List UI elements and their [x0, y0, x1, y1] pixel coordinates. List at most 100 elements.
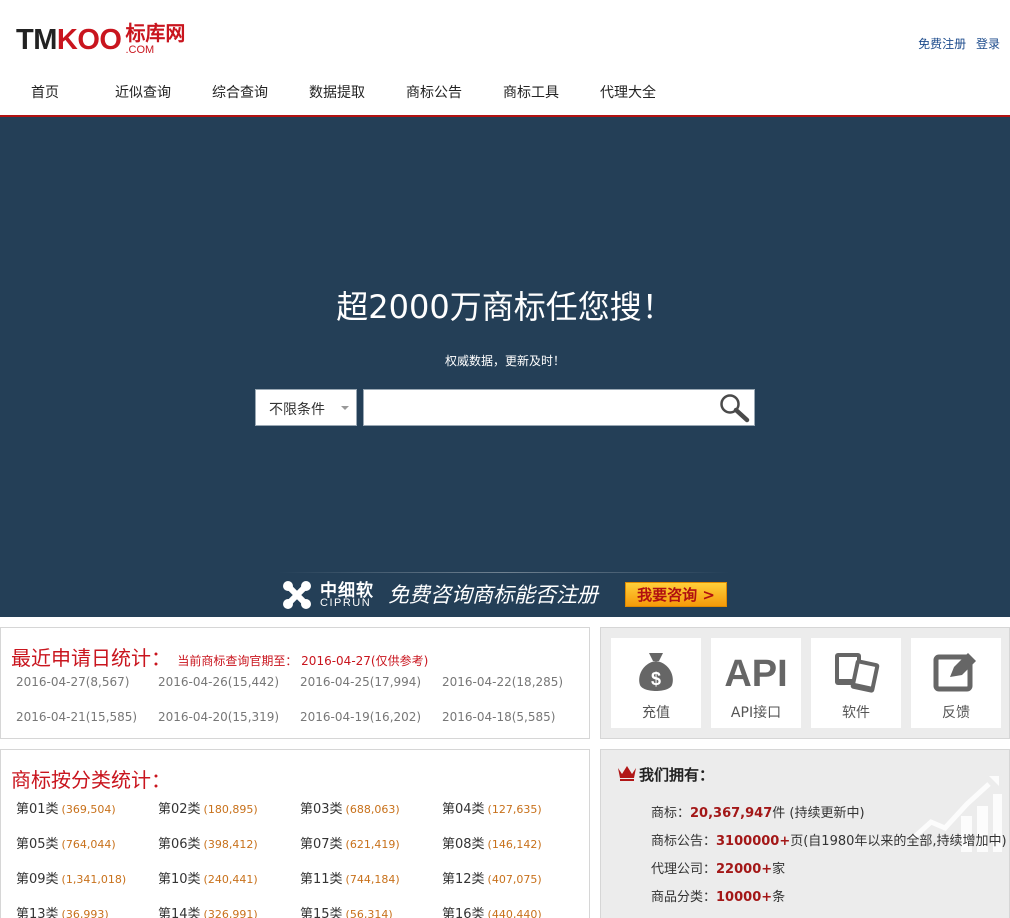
ad-slogan: 免费咨询商标能否注册 [388, 583, 598, 607]
stats-value: 10000+ [716, 890, 773, 905]
ad-divider-line [278, 572, 730, 573]
class-label: 第05类 [16, 837, 59, 852]
class-count: (1,341,018) [61, 873, 127, 886]
class-count: (369,504) [61, 803, 116, 816]
class-stat-item[interactable]: 第07类 (621,419) [300, 833, 400, 852]
stats-label: 商标： [651, 806, 691, 821]
feedback-tile[interactable]: 反馈 [911, 638, 1001, 728]
stats-panel: 我们拥有： 商标：20,367,947件 (持续更新中) 商标公告：310000… [600, 749, 1010, 918]
class-stat-item[interactable]: 第09类 (1,341,018) [16, 868, 126, 887]
class-label: 第07类 [300, 837, 343, 852]
consult-button[interactable]: 我要咨询 > [625, 582, 727, 607]
stats-label: 商品分类： [651, 890, 717, 905]
api-tile[interactable]: API API接口 [711, 638, 801, 728]
class-label: 第06类 [158, 837, 201, 852]
site-logo[interactable]: TM KOO 标库网 .COM [16, 18, 185, 58]
class-stat-item[interactable]: 第16类 (440,440) [442, 903, 542, 918]
recent-date-item[interactable]: 2016-04-22(18,285) [442, 675, 563, 689]
class-label: 第02类 [158, 802, 201, 817]
logo-chinese-text: 标库网 [125, 21, 186, 45]
class-stat-item[interactable]: 第01类 (369,504) [16, 798, 116, 817]
class-stat-item[interactable]: 第08类 (146,142) [442, 833, 542, 852]
logo-tm-text: TM [16, 24, 57, 56]
stats-label: 代理公司： [651, 862, 717, 877]
nav-item-agents[interactable]: 代理大全 [600, 82, 656, 102]
trademark-search-input[interactable] [363, 389, 755, 426]
class-count: (398,412) [203, 838, 258, 851]
class-count: (146,142) [487, 838, 542, 851]
recent-date-item[interactable]: 2016-04-19(16,202) [300, 710, 421, 724]
stats-title: 我们拥有： [639, 766, 715, 784]
nav-item-home[interactable]: 首页 [31, 82, 59, 102]
class-count: (688,063) [345, 803, 400, 816]
class-stat-item[interactable]: 第12类 (407,075) [442, 868, 542, 887]
class-label: 第16类 [442, 907, 485, 918]
hero-title: 超2000万商标任您搜！ [336, 288, 674, 326]
class-stat-item[interactable]: 第13类 (36,993) [16, 903, 109, 918]
software-tile[interactable]: 软件 [811, 638, 901, 728]
class-stat-item[interactable]: 第10类 (240,441) [158, 868, 258, 887]
site-header: TM KOO 标库网 .COM 免费注册 登录 首页 近似查询 综合查询 数据提… [0, 0, 1010, 117]
class-stat-item[interactable]: 第04类 (127,635) [442, 798, 542, 817]
class-stat-item[interactable]: 第06类 (398,412) [158, 833, 258, 852]
recent-dates-title-text: 最近申请日统计： [11, 646, 171, 670]
class-label: 第14类 [158, 907, 201, 918]
money-bag-icon: $ [611, 645, 701, 697]
class-count: (440,440) [487, 908, 542, 918]
class-stat-item[interactable]: 第15类 (56,314) [300, 903, 393, 918]
class-label: 第15类 [300, 907, 343, 918]
stats-suffix: 页(自1980年以来的全部,持续增加中) [790, 834, 1007, 849]
logo-com-text: .COM [125, 44, 155, 56]
class-label: 第10类 [158, 872, 201, 887]
recent-date-item[interactable]: 2016-04-18(5,585) [442, 710, 555, 724]
stats-suffix: 家 [772, 862, 786, 877]
class-label: 第11类 [300, 872, 343, 887]
nav-item-combined-search[interactable]: 综合查询 [212, 82, 268, 102]
class-count: (744,184) [345, 873, 400, 886]
class-label: 第04类 [442, 802, 485, 817]
recent-dates-note: 当前商标查询官期至： 2016-04-27(仅供参考) [177, 654, 429, 668]
recent-date-item[interactable]: 2016-04-25(17,994) [300, 675, 421, 689]
svg-text:$: $ [651, 669, 661, 689]
ciprun-logo-icon [283, 581, 311, 609]
consult-ad-banner[interactable]: 中细软 CIPRUN 免费咨询商标能否注册 我要咨询 > [278, 572, 730, 612]
register-link[interactable]: 免费注册 [918, 37, 966, 51]
software-icon [811, 645, 901, 697]
class-count: (56,314) [345, 908, 393, 918]
stats-row-goods-classes: 商品分类：10000+条 [651, 886, 785, 905]
logo-koo-text: KOO [56, 24, 122, 56]
stats-row-agencies: 代理公司：22000+家 [651, 858, 785, 877]
stats-value: 22000+ [716, 862, 773, 877]
class-stat-item[interactable]: 第02类 (180,895) [158, 798, 258, 817]
class-stats-panel: 商标按分类统计： 第01类 (369,504) 第02类 (180,895) 第03类(… [0, 749, 590, 918]
class-stat-item[interactable]: 第11类 (744,184) [300, 868, 400, 887]
class-stat-item[interactable]: 第03类 (688,063) [300, 798, 400, 817]
recent-date-item[interactable]: 2016-04-21(15,585) [16, 710, 137, 724]
recent-date-item[interactable]: 2016-04-20(15,319) [158, 710, 279, 724]
class-count: (407,075) [487, 873, 542, 886]
recent-date-item[interactable]: 2016-04-26(15,442) [158, 675, 279, 689]
class-stat-item[interactable]: 第14类 (326,991) [158, 903, 258, 918]
api-icon: API [711, 645, 801, 697]
login-link[interactable]: 登录 [976, 37, 1000, 51]
nav-item-similar-search[interactable]: 近似查询 [115, 82, 171, 102]
stats-value: 3100000+ [716, 834, 791, 849]
nav-item-announcements[interactable]: 商标公告 [406, 82, 462, 102]
stats-row-announcements: 商标公告：3100000+页(自1980年以来的全部,持续增加中) [651, 830, 1007, 849]
class-label: 第01类 [16, 802, 59, 817]
class-stat-item[interactable]: 第05类 (764,044) [16, 833, 116, 852]
class-count: (180,895) [203, 803, 258, 816]
class-label: 第13类 [16, 907, 59, 918]
recharge-tile[interactable]: $ 充值 [611, 638, 701, 728]
nav-item-data-extract[interactable]: 数据提取 [309, 82, 365, 102]
search-button[interactable] [715, 391, 753, 424]
account-links: 免费注册 登录 [912, 35, 1000, 52]
hero-subtitle: 权威数据，更新及时！ [444, 354, 565, 368]
recent-date-item[interactable]: 2016-04-27(8,567) [16, 675, 129, 689]
class-stats-title: 商标按分类统计： [11, 768, 171, 792]
nav-item-tools[interactable]: 商标工具 [503, 82, 559, 102]
stats-label: 商标公告： [651, 834, 717, 849]
feedback-icon [911, 645, 1001, 697]
class-label: 第09类 [16, 872, 59, 887]
search-condition-select[interactable]: 不限条件 [255, 389, 357, 426]
